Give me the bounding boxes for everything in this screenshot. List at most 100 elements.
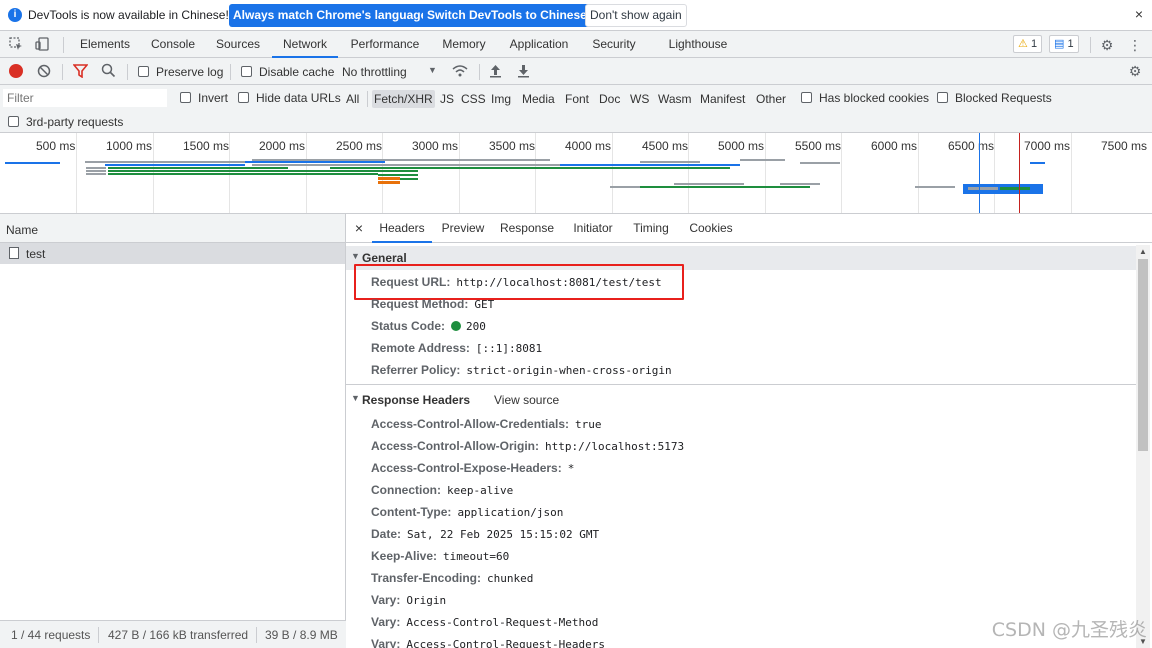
inspect-element-icon[interactable]	[7, 36, 25, 54]
network-conditions-icon[interactable]	[451, 63, 469, 82]
header-key: Keep-Alive:	[371, 549, 438, 563]
switch-to-chinese-button[interactable]: Switch DevTools to Chinese	[423, 4, 591, 27]
tab-performance[interactable]: Performance	[343, 31, 427, 58]
has-blocked-cookies-checkbox[interactable]	[801, 92, 812, 103]
waterfall-bar	[108, 173, 378, 175]
tick-label: 3500 ms	[489, 139, 536, 153]
preserve-log-checkbox[interactable]	[138, 66, 149, 77]
waterfall-bar	[915, 186, 955, 188]
tab-sources[interactable]: Sources	[208, 31, 268, 58]
filter-type-css[interactable]: CSS	[459, 90, 488, 108]
referrer-policy-row: Referrer Policy: strict-origin-when-cross…	[371, 359, 672, 381]
tab-headers[interactable]: Headers	[372, 214, 432, 243]
filter-icon[interactable]	[72, 64, 89, 81]
disable-cache-checkbox[interactable]	[241, 66, 252, 77]
header-key: Vary:	[371, 615, 401, 629]
tab-preview[interactable]: Preview	[438, 214, 488, 243]
filter-type-wasm[interactable]: Wasm	[656, 90, 694, 108]
separator	[63, 37, 64, 53]
always-match-language-button[interactable]: Always match Chrome's language	[229, 4, 432, 27]
request-list-header: Name	[0, 214, 345, 243]
warnings-badge[interactable]: ⚠ 1	[1013, 35, 1043, 53]
search-icon[interactable]	[101, 63, 116, 81]
more-menu-icon[interactable]: ⋮	[1126, 36, 1144, 54]
tick-label: 7000 ms	[1024, 139, 1071, 153]
dont-show-again-button[interactable]: Don't show again	[585, 4, 687, 27]
network-settings-gear-icon[interactable]: ⚙	[1126, 62, 1144, 80]
tick-label: 5000 ms	[718, 139, 765, 153]
tick-label: 1500 ms	[183, 139, 230, 153]
filter-type-all[interactable]: All	[344, 90, 361, 108]
tab-security[interactable]: Security	[584, 31, 644, 58]
header-value: chunked	[487, 572, 534, 585]
third-party-requests-checkbox[interactable]	[8, 116, 19, 127]
settings-gear-icon[interactable]: ⚙	[1098, 36, 1116, 54]
view-source-link[interactable]: View source	[494, 393, 559, 407]
divider	[346, 384, 1136, 385]
messages-badge[interactable]: ▤ 1	[1049, 35, 1079, 53]
filter-type-other[interactable]: Other	[754, 90, 788, 108]
close-details-icon[interactable]: ×	[352, 214, 366, 243]
header-key: Access-Control-Allow-Credentials:	[371, 417, 570, 431]
tab-lighthouse[interactable]: Lighthouse	[660, 31, 736, 58]
invert-checkbox[interactable]	[180, 92, 191, 103]
throttling-select[interactable]: No throttling	[342, 65, 407, 79]
waterfall-bar	[610, 186, 640, 188]
tab-timing[interactable]: Timing	[629, 214, 673, 243]
tab-network[interactable]: Network	[272, 31, 338, 58]
export-har-icon[interactable]	[517, 63, 530, 81]
tick-label: 1000 ms	[106, 139, 153, 153]
response-headers-section-header[interactable]: ▼ Response Headers View source	[346, 388, 1136, 412]
name-column-header[interactable]: Name	[6, 223, 38, 237]
hide-data-urls-checkbox[interactable]	[238, 92, 249, 103]
waterfall-bar	[252, 159, 332, 161]
header-key: Remote Address:	[371, 341, 470, 355]
header-value: *	[567, 462, 575, 475]
filter-type-fetch-xhr[interactable]: Fetch/XHR	[372, 90, 435, 108]
filter-type-ws[interactable]: WS	[628, 90, 651, 108]
chevron-down-icon[interactable]: ▼	[428, 65, 437, 75]
tab-initiator[interactable]: Initiator	[568, 214, 618, 243]
waterfall-bar	[330, 167, 730, 169]
filter-type-js[interactable]: JS	[438, 90, 456, 108]
request-row[interactable]: test	[0, 243, 345, 264]
header-key: Access-Control-Expose-Headers:	[371, 461, 562, 475]
tab-cookies[interactable]: Cookies	[686, 214, 736, 243]
waterfall-bar	[86, 167, 106, 169]
preserve-log-label: Preserve log	[156, 65, 224, 79]
tab-elements[interactable]: Elements	[72, 31, 138, 58]
filter-type-img[interactable]: Img	[489, 90, 513, 108]
header-key: Transfer-Encoding:	[371, 571, 482, 585]
import-har-icon[interactable]	[489, 63, 502, 81]
clear-icon[interactable]	[37, 64, 51, 81]
record-icon[interactable]	[9, 64, 23, 78]
filter-input[interactable]	[3, 89, 167, 107]
tick-label: 6500 ms	[948, 139, 995, 153]
close-infobar-icon[interactable]: ×	[1135, 6, 1143, 22]
status-code-row: Status Code: 200	[371, 315, 486, 337]
header-value: timeout=60	[443, 550, 510, 563]
scrollbar-thumb[interactable]	[1138, 259, 1148, 451]
message-icon: ▤	[1054, 38, 1065, 50]
separator	[1090, 37, 1091, 53]
response-header-row: Transfer-Encoding: chunked	[371, 567, 533, 589]
scroll-up-arrow-icon[interactable]: ▲	[1139, 247, 1147, 256]
filter-type-media[interactable]: Media	[520, 90, 557, 108]
device-toolbar-icon[interactable]	[33, 36, 51, 54]
filter-type-font[interactable]: Font	[563, 90, 591, 108]
details-scrollbar[interactable]: ▲ ▼	[1136, 245, 1150, 648]
separator	[127, 64, 128, 80]
request-name: test	[26, 247, 46, 261]
tab-console[interactable]: Console	[142, 31, 204, 58]
tab-memory[interactable]: Memory	[434, 31, 494, 58]
waterfall-bar	[400, 178, 418, 180]
tab-application[interactable]: Application	[502, 31, 576, 58]
blocked-requests-checkbox[interactable]	[937, 92, 948, 103]
filter-type-doc[interactable]: Doc	[597, 90, 622, 108]
tab-response[interactable]: Response	[498, 214, 556, 243]
filter-type-manifest[interactable]: Manifest	[698, 90, 747, 108]
network-toolbar: Preserve log Disable cache No throttling…	[0, 58, 1152, 85]
waterfall-bar	[640, 186, 810, 188]
network-overview-timeline[interactable]: 500 ms 1000 ms 1500 ms 2000 ms 2500 ms 3…	[0, 133, 1152, 214]
header-key: Date:	[371, 527, 402, 541]
